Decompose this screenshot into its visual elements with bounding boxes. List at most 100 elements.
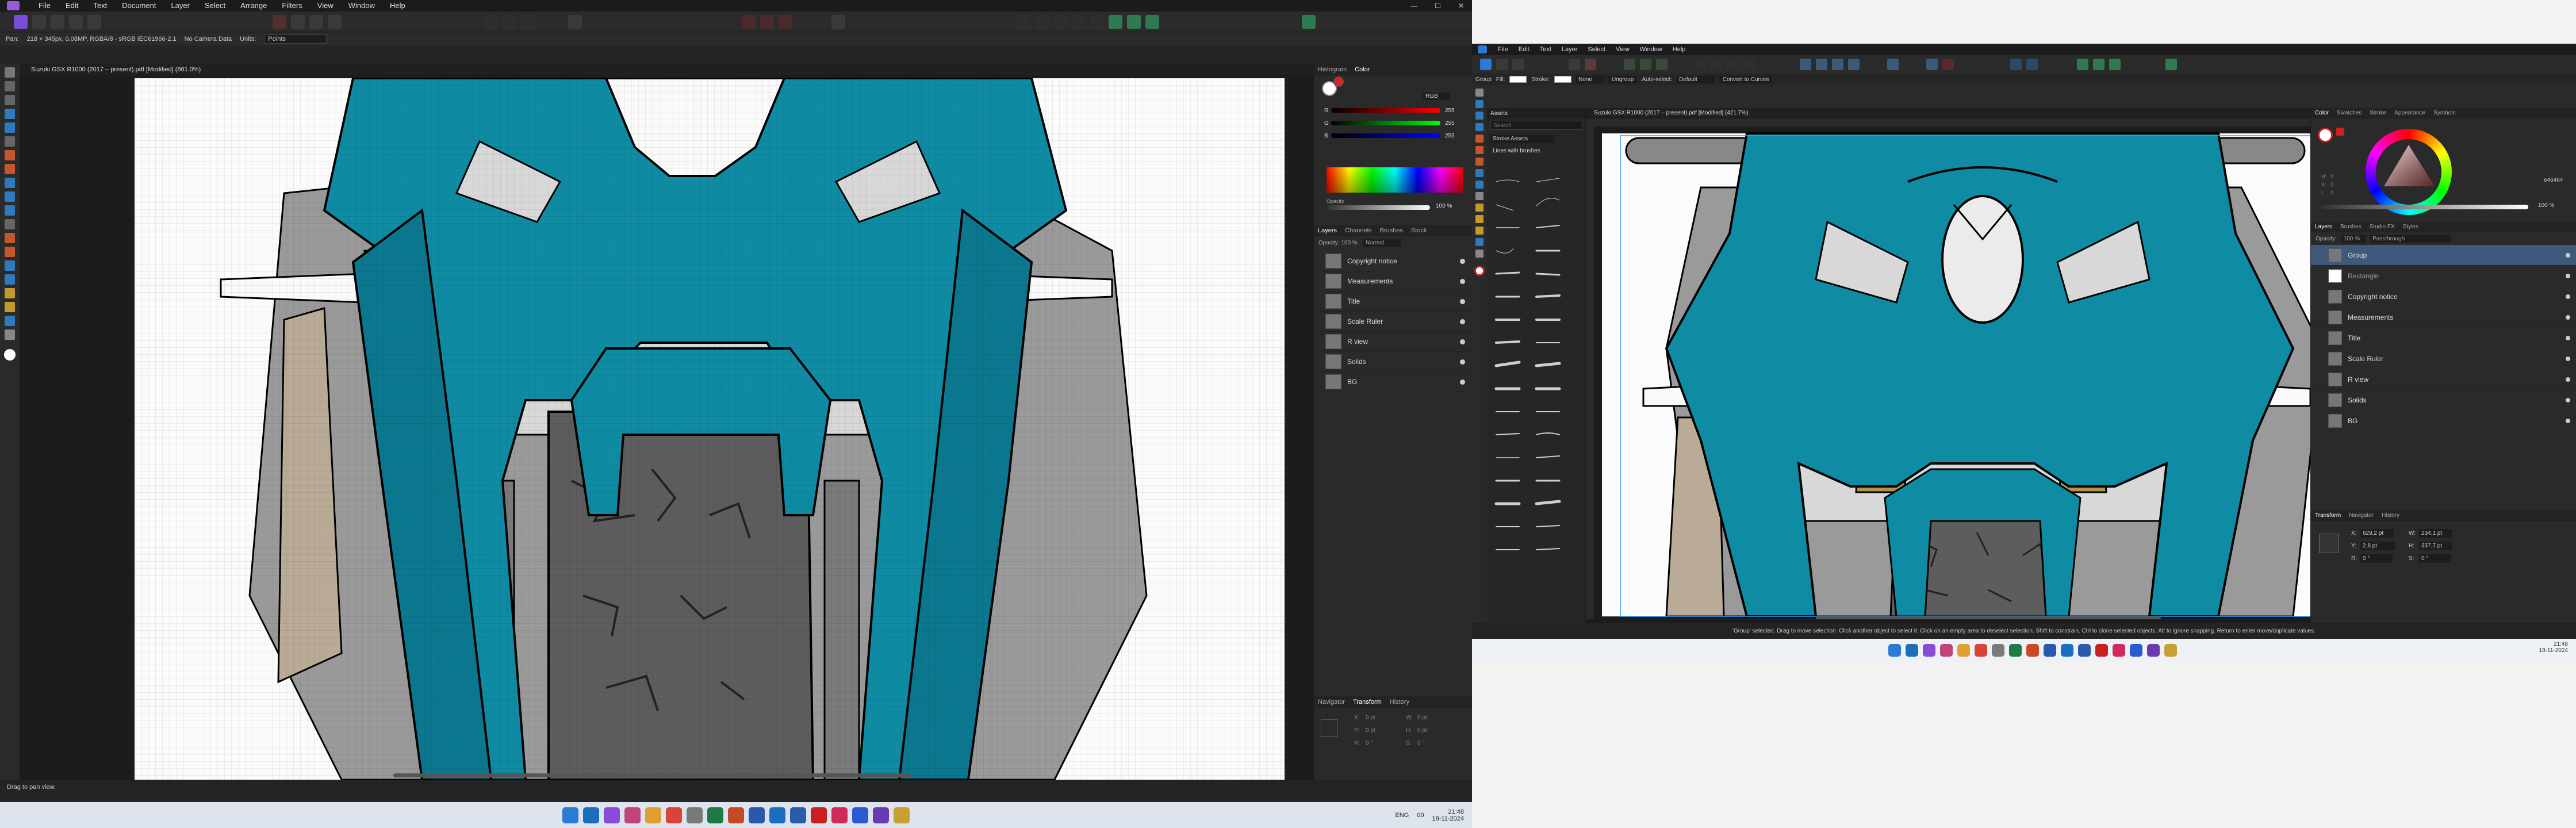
brush-tool-icon[interactable] bbox=[1475, 158, 1483, 166]
taskbar-affinity-designer-icon[interactable] bbox=[583, 807, 599, 823]
color-mode-select[interactable]: RGB bbox=[1423, 93, 1450, 100]
layer-item[interactable]: Scale Ruler bbox=[1314, 312, 1472, 332]
assistant-icon[interactable] bbox=[2026, 59, 2038, 70]
flip-h-icon[interactable] bbox=[1816, 59, 1827, 70]
force-pixel-icon[interactable] bbox=[779, 14, 792, 29]
zoom-tool-icon[interactable] bbox=[5, 329, 15, 340]
snapping-options-icon[interactable] bbox=[1942, 59, 1954, 70]
persona-liquify-icon[interactable] bbox=[32, 14, 46, 29]
tray-date[interactable]: 18-11-2024 bbox=[1432, 815, 1464, 822]
layer-item[interactable]: Rectangle bbox=[2311, 266, 2576, 286]
taskbar-app2-icon[interactable] bbox=[2078, 644, 2091, 657]
taskbar-powerpoint-icon[interactable] bbox=[728, 807, 744, 823]
menu-help[interactable]: Help bbox=[1667, 44, 1691, 55]
taskbar-acrobat-icon[interactable] bbox=[811, 807, 827, 823]
opacity-slider[interactable] bbox=[1327, 205, 1430, 210]
fill-tool-icon[interactable] bbox=[1475, 169, 1483, 177]
tray-time[interactable]: 21:48 bbox=[1448, 808, 1464, 815]
fill-tool-icon[interactable] bbox=[5, 191, 15, 202]
transparency-icon[interactable] bbox=[1656, 59, 1667, 70]
tab-stock[interactable]: Stock bbox=[1407, 225, 1431, 236]
color-swatch-icon[interactable] bbox=[4, 349, 16, 361]
vector-warp-icon[interactable] bbox=[1624, 59, 1635, 70]
color-l-value[interactable]: 0 bbox=[2330, 190, 2333, 195]
persona-develop-icon[interactable] bbox=[51, 14, 64, 29]
tab-channels[interactable]: Channels bbox=[1341, 225, 1375, 236]
healing-tool-icon[interactable] bbox=[5, 247, 15, 257]
visibility-icon[interactable] bbox=[2566, 377, 2570, 382]
menu-text[interactable]: Text bbox=[1535, 44, 1557, 55]
persona-tone-map-icon[interactable] bbox=[69, 14, 83, 29]
view-tool-icon[interactable] bbox=[5, 81, 15, 91]
snapping-icon[interactable] bbox=[742, 14, 756, 29]
account-icon[interactable] bbox=[2165, 59, 2177, 70]
tab-brushes[interactable]: Brushes bbox=[1376, 225, 1407, 236]
slider-r[interactable] bbox=[1331, 108, 1440, 113]
tab-layers[interactable]: Layers bbox=[2311, 222, 2336, 232]
tray-lang[interactable]: ENG bbox=[1395, 812, 1409, 819]
account-icon[interactable] bbox=[1302, 14, 1316, 29]
tab-history[interactable]: History bbox=[2378, 511, 2404, 521]
tab-navigator[interactable]: Navigator bbox=[2345, 511, 2378, 521]
right-opacity-slider[interactable] bbox=[2321, 205, 2528, 209]
taskbar-windows-icon[interactable] bbox=[1888, 644, 1901, 657]
move-tool-icon[interactable] bbox=[5, 67, 15, 78]
stroke-swatch-icon[interactable] bbox=[1554, 76, 1572, 83]
visibility-icon[interactable] bbox=[2566, 294, 2570, 299]
menu-view[interactable]: View bbox=[310, 0, 341, 12]
layer-item[interactable]: R view bbox=[1314, 332, 1472, 352]
visibility-icon[interactable] bbox=[1460, 359, 1465, 365]
tab-histogram[interactable]: Histogram bbox=[1314, 64, 1351, 75]
color-spectrum[interactable] bbox=[1327, 167, 1463, 193]
transform-s[interactable]: 0 ° bbox=[1417, 740, 1424, 746]
assets-title[interactable]: Assets bbox=[1490, 110, 1508, 117]
taskbar-app4-icon[interactable] bbox=[852, 807, 868, 823]
taskbar-affinity-publisher-icon[interactable] bbox=[624, 807, 641, 823]
taskbar-powerpoint-icon[interactable] bbox=[2026, 644, 2039, 657]
share-icon[interactable] bbox=[2077, 59, 2088, 70]
menu-window[interactable]: Window bbox=[341, 0, 382, 12]
layer-item[interactable]: Title bbox=[2311, 328, 2576, 348]
arrange-backward-icon[interactable] bbox=[1035, 14, 1049, 29]
taskbar-app5-icon[interactable] bbox=[873, 807, 889, 823]
tab-appearance[interactable]: Appearance bbox=[2390, 108, 2429, 118]
menu-window[interactable]: Window bbox=[1635, 44, 1667, 55]
color-s-value[interactable]: 0 bbox=[2330, 182, 2333, 187]
menu-select[interactable]: Select bbox=[1582, 44, 1611, 55]
transform-s[interactable]: 0 ° bbox=[2419, 554, 2452, 563]
snapping-icon[interactable] bbox=[1926, 59, 1938, 70]
menu-file[interactable]: File bbox=[1493, 44, 1513, 55]
boolean-xor-icon[interactable] bbox=[1743, 59, 1755, 70]
publish-icon[interactable] bbox=[2109, 59, 2121, 70]
right-tray-date[interactable]: 18-11-2024 bbox=[2539, 647, 2568, 654]
pixel-tool-icon[interactable] bbox=[5, 164, 15, 174]
visibility-icon[interactable] bbox=[2566, 335, 2570, 340]
color-hex[interactable]: e46464 bbox=[2544, 177, 2563, 183]
horizontal-scrollbar[interactable] bbox=[393, 773, 911, 777]
color-picker-icon[interactable] bbox=[2336, 128, 2344, 136]
visibility-icon[interactable] bbox=[2566, 356, 2570, 361]
taskbar-excel-icon[interactable] bbox=[2009, 644, 2022, 657]
pen-tool-icon[interactable] bbox=[1475, 135, 1483, 143]
taskbar-app-icon[interactable] bbox=[1992, 644, 2004, 657]
layer-item[interactable]: R view bbox=[2311, 369, 2576, 390]
close-button[interactable]: ✕ bbox=[1458, 2, 1464, 10]
transform-h[interactable]: 337,7 pt bbox=[2419, 542, 2453, 550]
visibility-icon[interactable] bbox=[2566, 252, 2570, 258]
tab-studio-fx[interactable]: Studio FX bbox=[2366, 222, 2399, 232]
tab-styles[interactable]: Styles bbox=[2399, 222, 2422, 232]
color-wheel[interactable] bbox=[2366, 129, 2452, 215]
layer-item-selected[interactable]: Group bbox=[2311, 245, 2576, 266]
menu-help[interactable]: Help bbox=[382, 0, 413, 12]
link-icon[interactable] bbox=[1127, 14, 1141, 29]
taskbar-affinity-designer-icon[interactable] bbox=[1906, 644, 1918, 657]
transparency-tool-icon[interactable] bbox=[1475, 181, 1483, 189]
taskbar-word-icon[interactable] bbox=[2044, 644, 2056, 657]
tab-navigator[interactable]: Navigator bbox=[1314, 697, 1349, 707]
anchor-grid-icon[interactable] bbox=[1321, 719, 1338, 737]
export-icon[interactable] bbox=[2010, 59, 2022, 70]
color-picker-icon[interactable] bbox=[273, 14, 286, 29]
persona-designer-icon[interactable] bbox=[1480, 59, 1492, 70]
tab-symbols[interactable]: Symbols bbox=[2429, 108, 2459, 118]
taskbar-app-icon[interactable] bbox=[687, 807, 703, 823]
